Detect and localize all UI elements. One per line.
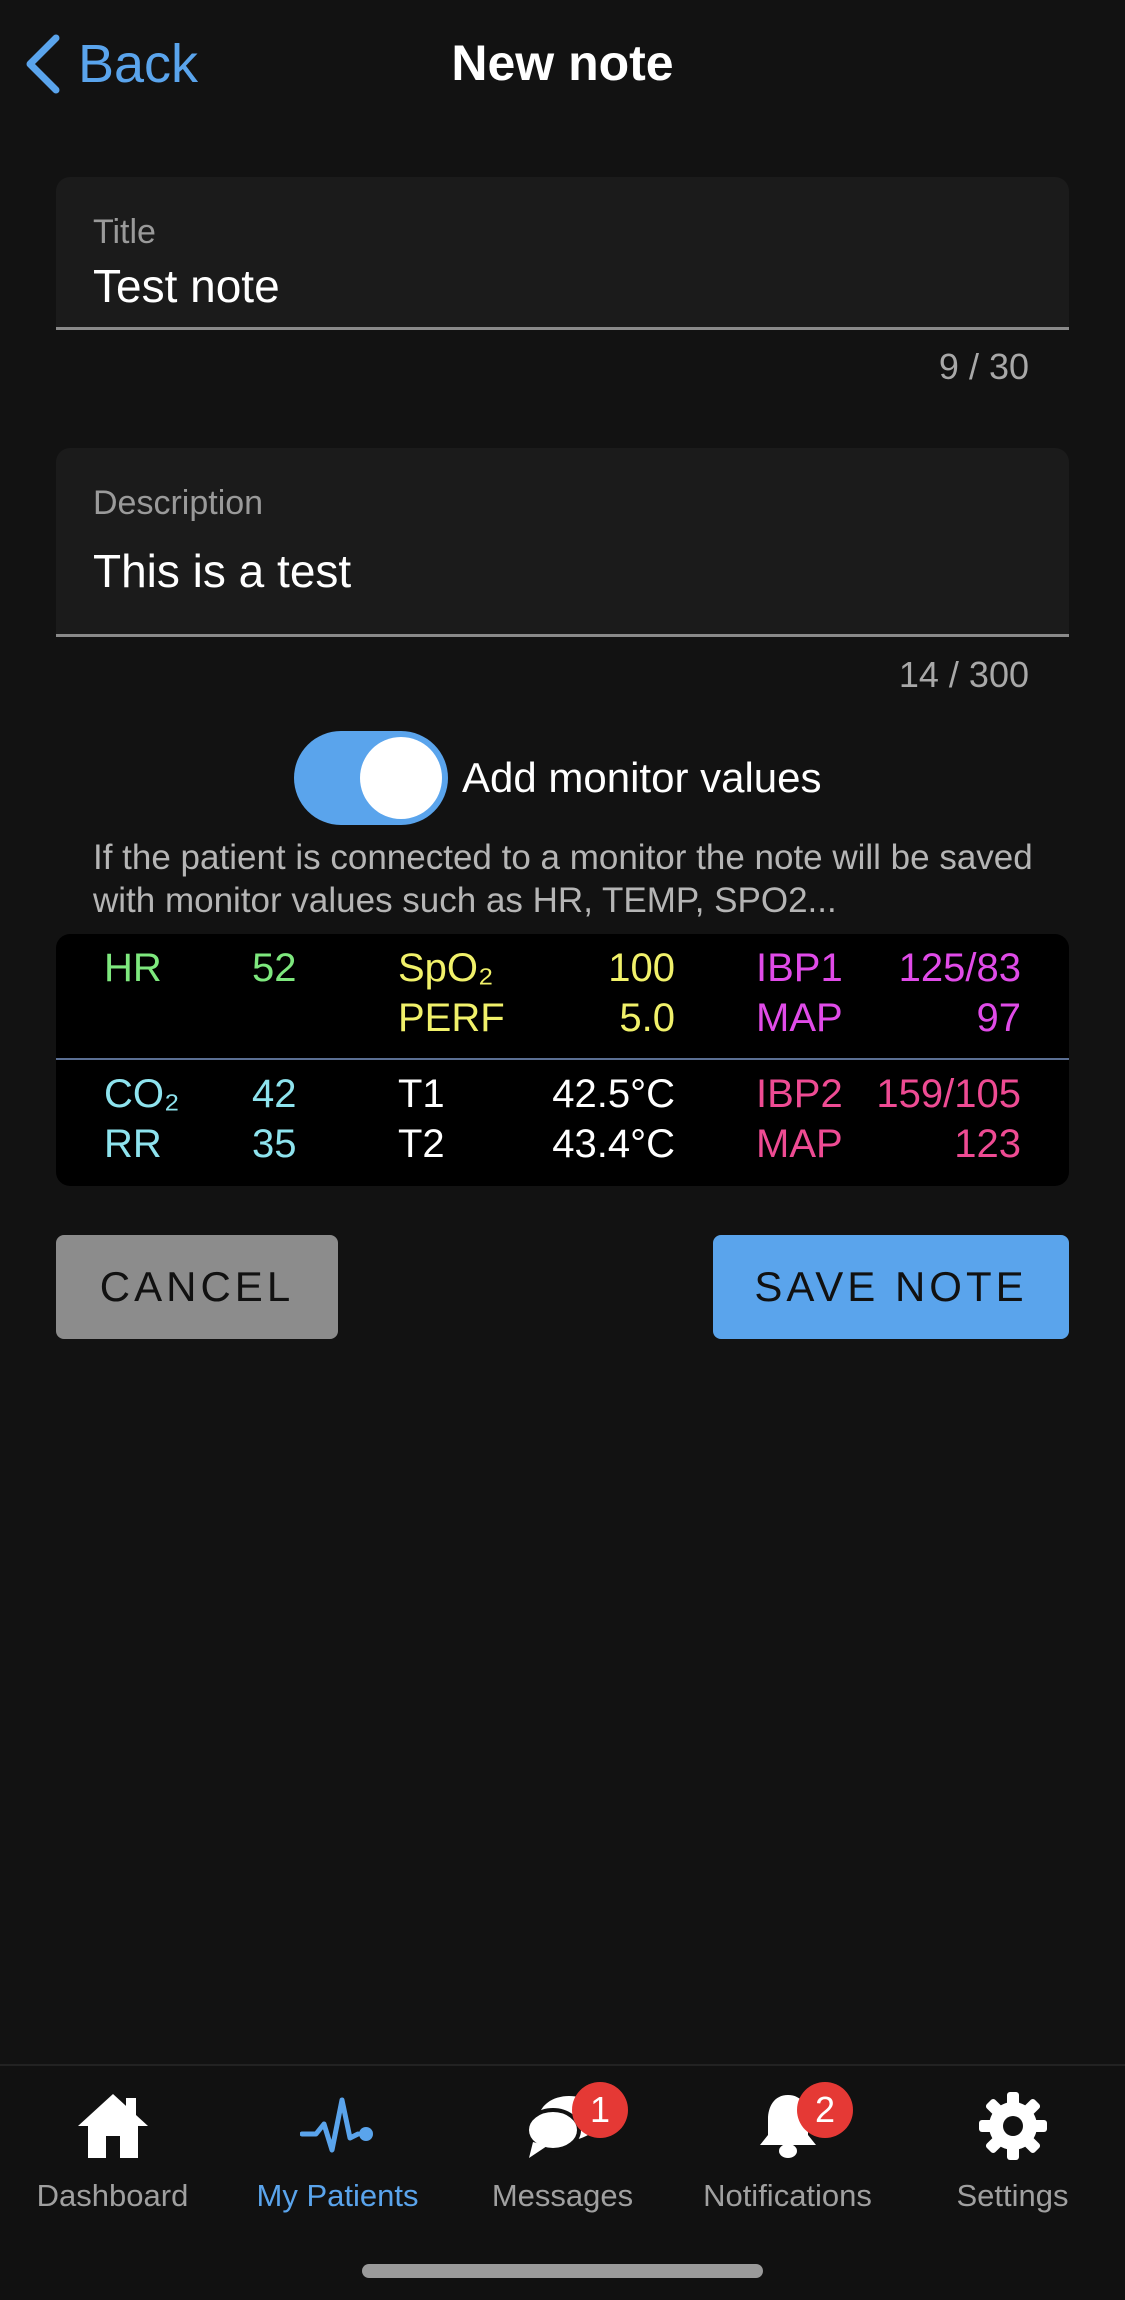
title-field-label: Title — [93, 213, 156, 251]
monitor-values-toggle-label: Add monitor values — [462, 753, 822, 801]
description-field[interactable]: Description This is a test — [56, 448, 1069, 637]
perf-value: 5.0 — [619, 996, 675, 1040]
description-input[interactable]: This is a test — [93, 544, 351, 598]
gear-icon — [971, 2084, 1055, 2168]
page-title: New note — [451, 35, 674, 91]
spo2-label: SpO₂ — [398, 946, 494, 990]
nav-item-notifications[interactable]: 2 Notifications — [675, 2066, 900, 2236]
t2-value: 43.4°C — [552, 1122, 675, 1166]
home-indicator[interactable] — [362, 2264, 763, 2278]
t1-value: 42.5°C — [552, 1072, 675, 1116]
monitor-values-panel: HR 52 SpO₂ 100 PERF 5.0 IBP1 125/83 MAP … — [56, 934, 1069, 1186]
title-field[interactable]: Title Test note — [56, 177, 1069, 330]
description-field-label: Description — [93, 484, 264, 522]
title-char-counter: 9 / 30 — [938, 346, 1029, 387]
description-char-counter: 14 / 300 — [898, 654, 1029, 695]
nav-label-dashboard: Dashboard — [36, 2178, 189, 2213]
t1-label: T1 — [398, 1072, 445, 1116]
map2-value: 123 — [954, 1122, 1021, 1166]
monitor-divider — [56, 1058, 1069, 1060]
hr-value: 52 — [252, 946, 297, 990]
title-input[interactable]: Test note — [93, 259, 280, 313]
nav-item-dashboard[interactable]: Dashboard — [0, 2066, 225, 2236]
t2-label: T2 — [398, 1122, 445, 1166]
ibp2-label: IBP2 — [756, 1072, 843, 1116]
perf-label: PERF — [398, 996, 505, 1040]
nav-label-settings: Settings — [956, 2178, 1069, 2213]
rr-label: RR — [104, 1122, 162, 1166]
nav-item-messages[interactable]: 1 Messages — [450, 2066, 675, 2236]
nav-label-notifications: Notifications — [703, 2178, 872, 2213]
map2-label: MAP — [756, 1122, 843, 1166]
monitor-values-toggle-row: Add monitor values — [294, 730, 822, 825]
cancel-button[interactable]: CANCEL — [56, 1235, 338, 1339]
notifications-badge: 2 — [797, 2082, 853, 2138]
messages-badge: 1 — [572, 2082, 628, 2138]
nav-label-messages: Messages — [491, 2178, 634, 2213]
co2-label: CO₂ — [104, 1072, 180, 1116]
hr-label: HR — [104, 946, 162, 990]
map1-value: 97 — [976, 996, 1022, 1040]
home-icon — [71, 2084, 155, 2168]
co2-value: 42 — [252, 1072, 297, 1116]
spo2-value: 100 — [608, 946, 675, 990]
nav-item-my-patients[interactable]: My Patients — [225, 2066, 450, 2236]
heartbeat-icon — [296, 2084, 380, 2168]
ibp1-label: IBP1 — [756, 946, 843, 990]
ibp1-value: 125/83 — [898, 946, 1021, 990]
nav-item-settings[interactable]: Settings — [900, 2066, 1125, 2236]
new-note-screen: Back New note Title Test note 9 / 30 Des… — [0, 0, 1125, 2300]
ibp2-value: 159/105 — [876, 1072, 1021, 1116]
monitor-values-toggle[interactable] — [294, 730, 448, 825]
rr-value: 35 — [252, 1122, 297, 1166]
toggle-knob — [360, 736, 442, 819]
header: Back New note — [0, 0, 1125, 130]
nav-label-my-patients: My Patients — [256, 2178, 419, 2213]
monitor-values-helper-text: If the patient is connected to a monitor… — [93, 838, 1033, 920]
save-note-button[interactable]: SAVE NOTE — [713, 1235, 1069, 1339]
map1-label: MAP — [756, 996, 843, 1040]
